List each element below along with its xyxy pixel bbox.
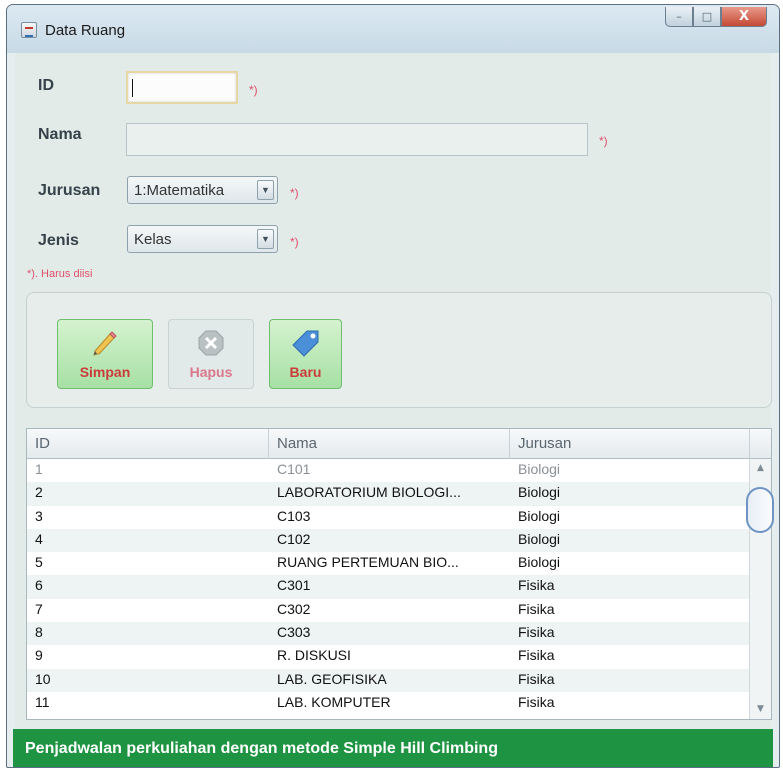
- jenis-selected-value: Kelas: [134, 231, 172, 248]
- table-row[interactable]: 4 C102 Biologi: [27, 528, 751, 553]
- data-ruang-window: Data Ruang – □ X ID *) Nama *) Jurusan 1…: [6, 4, 780, 768]
- table-row[interactable]: 1 C101 Biologi: [27, 459, 751, 483]
- table-body: 1 C101 Biologi 2 LABORATORIUM BIOLOGI... Biol…: [27, 459, 751, 719]
- jurusan-selected-value: 1:Matematika: [134, 182, 225, 199]
- cell-nama: LABORATORIUM BIOLOGI...: [277, 484, 461, 501]
- table-row[interactable]: 6 C301 Fisika: [27, 575, 751, 599]
- nama-label: Nama: [38, 126, 82, 143]
- table-row[interactable]: 3 C103 Biologi: [27, 505, 751, 529]
- table-row[interactable]: 7 C302 Fisika: [27, 598, 751, 623]
- delete-icon: [198, 330, 224, 356]
- cell-nama: C303: [277, 624, 311, 641]
- table-header: ID Nama Jurusan: [27, 429, 771, 459]
- cell-nama: R. DISKUSI: [277, 647, 351, 664]
- scroll-up-icon[interactable]: ▲: [753, 461, 768, 476]
- action-button-panel: Simpan Hapus Baru: [26, 292, 772, 408]
- table-row[interactable]: 5 RUANG PERTEMUAN BIO... Biologi: [27, 552, 751, 576]
- simpan-button[interactable]: Simpan: [57, 319, 153, 389]
- jurusan-label: Jurusan: [38, 182, 101, 199]
- cell-jurusan: Fisika: [518, 647, 555, 664]
- cell-jurusan: Biologi: [518, 507, 561, 524]
- cell-nama: C101: [277, 461, 311, 477]
- cell-nama: C103: [277, 507, 311, 524]
- nama-required-mark: *): [599, 134, 608, 148]
- id-required-mark: *): [249, 83, 258, 97]
- pencil-icon: [93, 331, 117, 356]
- nama-field[interactable]: [126, 123, 588, 156]
- cell-id: 4: [35, 530, 43, 547]
- jenis-required-mark: *): [290, 235, 299, 249]
- window-title: Data Ruang: [45, 22, 126, 39]
- column-header-nama[interactable]: Nama: [269, 429, 510, 459]
- cell-nama: C102: [277, 530, 311, 547]
- cell-jurusan: Biologi: [518, 530, 561, 547]
- cell-jurusan: Fisika: [518, 600, 555, 617]
- status-bar: Penjadwalan perkuliahan dengan metode Si…: [13, 729, 773, 767]
- jenis-label: Jenis: [38, 232, 79, 249]
- hapus-label: Hapus: [189, 364, 233, 380]
- maximize-button[interactable]: □: [693, 7, 721, 27]
- cell-jurusan: Fisika: [518, 624, 555, 641]
- table-row[interactable]: 11 LAB. KOMPUTER Fisika: [27, 691, 751, 716]
- text-caret: [132, 79, 133, 97]
- vertical-scrollbar[interactable]: ▲ ▼: [746, 459, 774, 719]
- table-row[interactable]: 2 LABORATORIUM BIOLOGI... Biologi: [27, 482, 751, 506]
- cell-jurusan: Biologi: [518, 554, 561, 571]
- scroll-down-icon[interactable]: ▼: [753, 702, 768, 717]
- jurusan-required-mark: *): [290, 186, 299, 200]
- table-row[interactable]: 9 R. DISKUSI Fisika: [27, 645, 751, 669]
- cell-id: 1: [35, 461, 43, 477]
- baru-button[interactable]: Baru: [269, 319, 342, 389]
- tag-icon: [291, 330, 318, 357]
- column-header-id[interactable]: ID: [27, 429, 269, 459]
- cell-jurusan: Fisika: [518, 577, 555, 594]
- table-row[interactable]: 10 LAB. GEOFISIKA Fisika: [27, 668, 751, 692]
- cell-jurusan: Fisika: [518, 670, 555, 687]
- id-field[interactable]: [126, 71, 238, 104]
- cell-id: 5: [35, 554, 43, 571]
- cell-jurusan: Fisika: [518, 693, 555, 710]
- jurusan-select[interactable]: 1:Matematika ▼: [127, 176, 278, 204]
- chevron-down-icon[interactable]: ▼: [257, 180, 274, 200]
- hapus-button[interactable]: Hapus: [168, 319, 254, 389]
- table-row[interactable]: 8 C303 Fisika: [27, 622, 751, 646]
- cell-nama: LAB. GEOFISIKA: [277, 670, 387, 687]
- cell-id: 9: [35, 647, 43, 664]
- cell-jurusan: Biologi: [518, 461, 561, 477]
- jenis-select[interactable]: Kelas ▼: [127, 225, 278, 253]
- cell-nama: C301: [277, 577, 311, 594]
- cell-nama: LAB. KOMPUTER: [277, 693, 391, 710]
- id-label: ID: [38, 77, 54, 94]
- cell-nama: RUANG PERTEMUAN BIO...: [277, 554, 459, 571]
- cell-id: 3: [35, 507, 43, 524]
- cell-id: 6: [35, 577, 43, 594]
- cell-nama: C302: [277, 600, 311, 617]
- close-button[interactable]: X: [721, 7, 767, 27]
- cell-jurusan: Biologi: [518, 484, 561, 501]
- cell-id: 11: [35, 693, 50, 710]
- baru-label: Baru: [289, 364, 322, 380]
- cell-id: 2: [35, 484, 43, 501]
- required-note: *). Harus diisi: [27, 268, 93, 280]
- cell-id: 8: [35, 624, 43, 641]
- window-controls: – □ X: [665, 7, 767, 29]
- ruang-table[interactable]: ID Nama Jurusan 1 C101 Biologi 2 LABORATORIU…: [26, 428, 774, 720]
- minimize-button[interactable]: –: [665, 7, 693, 27]
- scrollbar-thumb[interactable]: [746, 487, 774, 533]
- cell-id: 7: [35, 600, 43, 617]
- simpan-label: Simpan: [79, 364, 131, 380]
- java-cup-icon: [21, 22, 37, 38]
- title-bar[interactable]: Data Ruang – □ X: [7, 5, 779, 53]
- column-header-jurusan[interactable]: Jurusan: [510, 429, 750, 459]
- cell-id: 10: [35, 670, 51, 687]
- chevron-down-icon[interactable]: ▼: [257, 229, 274, 249]
